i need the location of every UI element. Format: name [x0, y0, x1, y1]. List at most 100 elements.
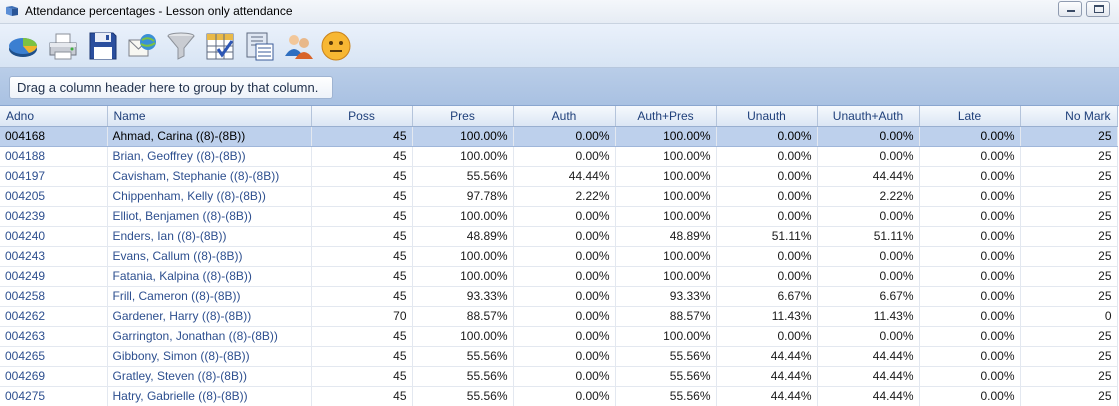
auth-pres-cell[interactable]: 55.56% — [615, 366, 717, 387]
minimize-button[interactable] — [1058, 1, 1082, 17]
adno-cell[interactable]: 004240 — [0, 226, 108, 247]
unauth-auth-cell[interactable]: 44.44% — [817, 386, 920, 406]
pres-cell[interactable]: 100.00% — [412, 246, 514, 267]
auth-cell[interactable]: 0.00% — [513, 326, 616, 347]
unauth-auth-cell[interactable]: 44.44% — [817, 366, 920, 387]
unauth-cell[interactable]: 6.67% — [716, 286, 818, 307]
auth-pres-cell[interactable]: 55.56% — [615, 386, 717, 406]
table-row[interactable]: 004262 Gardener, Harry ((8)-(8B)) 70 88.57%… — [0, 306, 1118, 327]
name-cell[interactable]: Brian, Geoffrey ((8)-(8B)) — [107, 146, 312, 167]
pres-cell[interactable]: 93.33% — [412, 286, 514, 307]
unauth-cell[interactable]: 11.43% — [716, 306, 818, 327]
adno-cell[interactable]: 004269 — [0, 366, 108, 387]
auth-pres-cell[interactable]: 93.33% — [615, 286, 717, 307]
no-mark-cell[interactable]: 25 — [1020, 386, 1118, 406]
unauth-auth-cell[interactable]: 0.00% — [817, 146, 920, 167]
unauth-cell[interactable]: 0.00% — [716, 246, 818, 267]
auth-pres-cell[interactable]: 100.00% — [615, 186, 717, 207]
no-mark-cell[interactable]: 25 — [1020, 226, 1118, 247]
auth-cell[interactable]: 0.00% — [513, 386, 616, 406]
pres-cell[interactable]: 48.89% — [412, 226, 514, 247]
unauth-cell[interactable]: 0.00% — [716, 186, 818, 207]
adno-cell[interactable]: 004239 — [0, 206, 108, 227]
table-row[interactable]: 004258 Frill, Cameron ((8)-(8B)) 45 93.33% 0… — [0, 286, 1118, 307]
auth-cell[interactable]: 2.22% — [513, 186, 616, 207]
auth-pres-cell[interactable]: 100.00% — [615, 146, 717, 167]
column-header-late[interactable]: Late — [919, 106, 1021, 127]
adno-cell[interactable]: 004263 — [0, 326, 108, 347]
auth-pres-cell[interactable]: 100.00% — [615, 166, 717, 187]
late-cell[interactable]: 0.00% — [919, 326, 1021, 347]
late-cell[interactable]: 0.00% — [919, 306, 1021, 327]
poss-cell[interactable]: 45 — [311, 146, 413, 167]
poss-cell[interactable]: 45 — [311, 166, 413, 187]
adno-cell[interactable]: 004258 — [0, 286, 108, 307]
column-header-adno[interactable]: Adno — [0, 106, 108, 127]
no-mark-cell[interactable]: 25 — [1020, 166, 1118, 187]
no-mark-cell[interactable]: 25 — [1020, 126, 1118, 147]
poss-cell[interactable]: 45 — [311, 346, 413, 367]
adno-cell[interactable]: 004197 — [0, 166, 108, 187]
name-cell[interactable]: Frill, Cameron ((8)-(8B)) — [107, 286, 312, 307]
column-header-unauth[interactable]: Unauth — [716, 106, 818, 127]
name-cell[interactable]: Elliot, Benjamen ((8)-(8B)) — [107, 206, 312, 227]
table-row[interactable]: 004275 Hatry, Gabrielle ((8)-(8B)) 45 55.56… — [0, 386, 1118, 406]
poss-cell[interactable]: 45 — [311, 186, 413, 207]
name-cell[interactable]: Gratley, Steven ((8)-(8B)) — [107, 366, 312, 387]
filter-button[interactable] — [165, 30, 197, 62]
adno-cell[interactable]: 004265 — [0, 346, 108, 367]
adno-cell[interactable]: 004205 — [0, 186, 108, 207]
auth-pres-cell[interactable]: 100.00% — [615, 206, 717, 227]
table-row[interactable]: 004188 Brian, Geoffrey ((8)-(8B)) 45 100.00… — [0, 146, 1118, 167]
auth-cell[interactable]: 0.00% — [513, 286, 616, 307]
no-mark-cell[interactable]: 25 — [1020, 346, 1118, 367]
late-cell[interactable]: 0.00% — [919, 166, 1021, 187]
column-header-name[interactable]: Name — [107, 106, 312, 127]
table-row[interactable]: 004243 Evans, Callum ((8)-(8B)) 45 100.00% 0… — [0, 246, 1118, 267]
auth-pres-cell[interactable]: 88.57% — [615, 306, 717, 327]
auth-pres-cell[interactable]: 100.00% — [615, 266, 717, 287]
late-cell[interactable]: 0.00% — [919, 186, 1021, 207]
no-mark-cell[interactable]: 25 — [1020, 326, 1118, 347]
name-cell[interactable]: Evans, Callum ((8)-(8B)) — [107, 246, 312, 267]
no-mark-cell[interactable]: 25 — [1020, 266, 1118, 287]
poss-cell[interactable]: 45 — [311, 326, 413, 347]
auth-cell[interactable]: 0.00% — [513, 126, 616, 147]
name-cell[interactable]: Enders, Ian ((8)-(8B)) — [107, 226, 312, 247]
unauth-auth-cell[interactable]: 2.22% — [817, 186, 920, 207]
select-columns-button[interactable] — [204, 30, 236, 62]
unauth-auth-cell[interactable]: 6.67% — [817, 286, 920, 307]
adno-cell[interactable]: 004262 — [0, 306, 108, 327]
poss-cell[interactable]: 45 — [311, 226, 413, 247]
unauth-cell[interactable]: 0.00% — [716, 146, 818, 167]
auth-cell[interactable]: 0.00% — [513, 366, 616, 387]
poss-cell[interactable]: 45 — [311, 266, 413, 287]
column-header-no-mark[interactable]: No Mark — [1020, 106, 1118, 127]
unauth-cell[interactable]: 44.44% — [716, 386, 818, 406]
unauth-cell[interactable]: 0.00% — [716, 266, 818, 287]
auth-cell[interactable]: 0.00% — [513, 226, 616, 247]
pres-cell[interactable]: 55.56% — [412, 366, 514, 387]
unauth-cell[interactable]: 44.44% — [716, 346, 818, 367]
column-header-auth[interactable]: Auth — [513, 106, 616, 127]
unauth-cell[interactable]: 44.44% — [716, 366, 818, 387]
name-cell[interactable]: Gardener, Harry ((8)-(8B)) — [107, 306, 312, 327]
table-row[interactable]: 004240 Enders, Ian ((8)-(8B)) 45 48.89% 0.00… — [0, 226, 1118, 247]
unauth-cell[interactable]: 51.11% — [716, 226, 818, 247]
pres-cell[interactable]: 55.56% — [412, 166, 514, 187]
name-cell[interactable]: Hatry, Gabrielle ((8)-(8B)) — [107, 386, 312, 406]
unauth-auth-cell[interactable]: 44.44% — [817, 346, 920, 367]
adno-cell[interactable]: 004168 — [0, 126, 108, 147]
poss-cell[interactable]: 45 — [311, 206, 413, 227]
table-row[interactable]: 004205 Chippenham, Kelly ((8)-(8B)) 45 97.7… — [0, 186, 1118, 207]
unauth-auth-cell[interactable]: 0.00% — [817, 206, 920, 227]
unauth-auth-cell[interactable]: 11.43% — [817, 306, 920, 327]
name-cell[interactable]: Fatania, Kalpina ((8)-(8B)) — [107, 266, 312, 287]
chart-button[interactable] — [7, 30, 39, 62]
unauth-auth-cell[interactable]: 0.00% — [817, 326, 920, 347]
unauth-auth-cell[interactable]: 0.00% — [817, 126, 920, 147]
print-button[interactable] — [47, 30, 79, 62]
no-mark-cell[interactable]: 25 — [1020, 146, 1118, 167]
table-row[interactable]: 004168 Ahmad, Carina ((8)-(8B)) 45 100.00% 0… — [0, 126, 1118, 147]
maximize-button[interactable] — [1086, 1, 1110, 17]
